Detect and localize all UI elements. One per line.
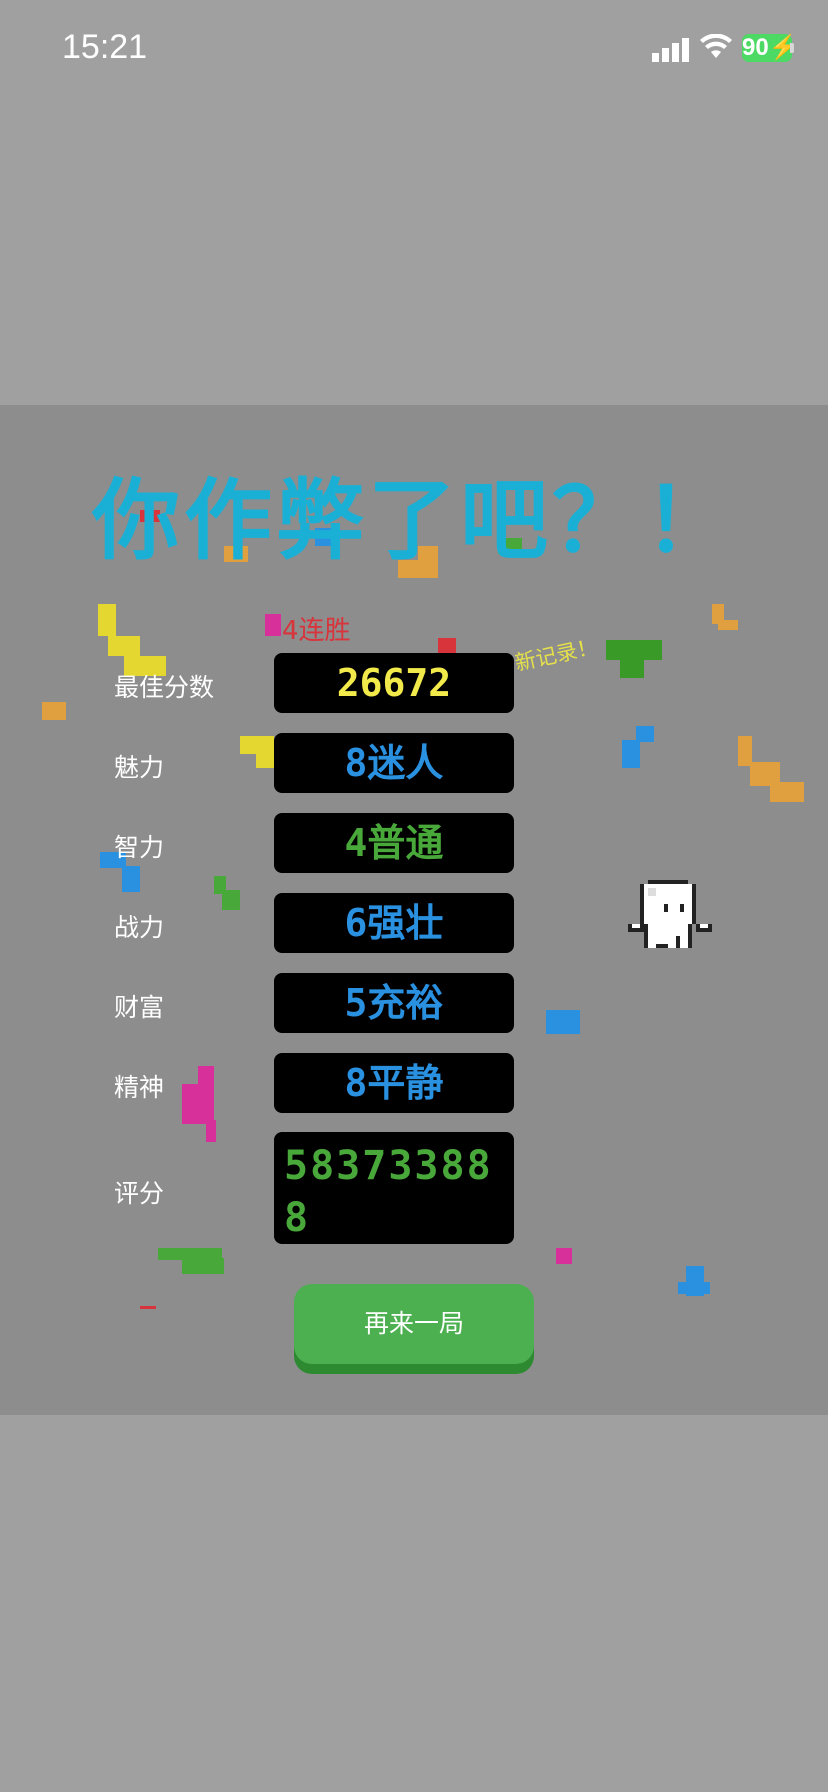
pixel-block: [622, 740, 640, 768]
stat-value-intellect: 4普通: [274, 813, 514, 873]
stat-label-intellect: 智力: [114, 833, 165, 862]
stat-value-best-score: 26672: [274, 653, 514, 713]
stat-label-wealth: 财富: [114, 993, 165, 1022]
pixel-block: [206, 1120, 216, 1142]
pixel-block: [770, 782, 804, 802]
win-streak: 4连胜: [282, 616, 351, 646]
stat-label-combat: 战力: [114, 913, 165, 942]
battery-icon: 90⚡: [742, 34, 799, 62]
stat-label-spirit: 精神: [114, 1073, 165, 1102]
stat-label-rating: 评分: [114, 1179, 165, 1208]
stat-value-charm: 8迷人: [274, 733, 514, 793]
pixel-block: [606, 640, 662, 660]
play-again-button[interactable]: 再来一局: [294, 1284, 534, 1364]
pixel-block: [122, 866, 140, 892]
battery-cap: [790, 43, 794, 53]
pixel-block: [556, 1248, 572, 1264]
pixel-block: [182, 1258, 224, 1274]
stat-value-wealth: 5充裕: [274, 973, 514, 1033]
pixel-block: [108, 636, 140, 656]
pixel-block: [42, 702, 66, 720]
stat-label-charm: 魅力: [114, 753, 165, 782]
pixel-block: [222, 890, 240, 910]
battery-level: 90: [742, 34, 769, 61]
status-bar: 15:21 90⚡: [0, 0, 828, 100]
signal-icon: [652, 38, 689, 62]
stat-value-spirit: 8平静: [274, 1053, 514, 1113]
pixel-block: [140, 1306, 156, 1309]
pixel-block: [636, 726, 654, 742]
pixel-block: [438, 638, 456, 654]
pixel-block: [678, 1282, 710, 1294]
pixel-ghost-character: [628, 880, 712, 948]
pixel-block: [546, 1010, 580, 1034]
stat-label-best-score: 最佳分数: [114, 673, 215, 702]
stat-value-combat: 6强壮: [274, 893, 514, 953]
pixel-block: [620, 658, 644, 678]
stat-value-rating: 583733888: [274, 1132, 514, 1244]
pixel-block: [98, 604, 116, 636]
pixel-block: [265, 614, 281, 636]
wifi-icon: [700, 34, 732, 58]
clock: 15:21: [62, 28, 148, 66]
result-title: 你作弊了吧？！: [91, 469, 736, 572]
pixel-block: [256, 752, 274, 768]
pixel-block: [718, 620, 738, 630]
